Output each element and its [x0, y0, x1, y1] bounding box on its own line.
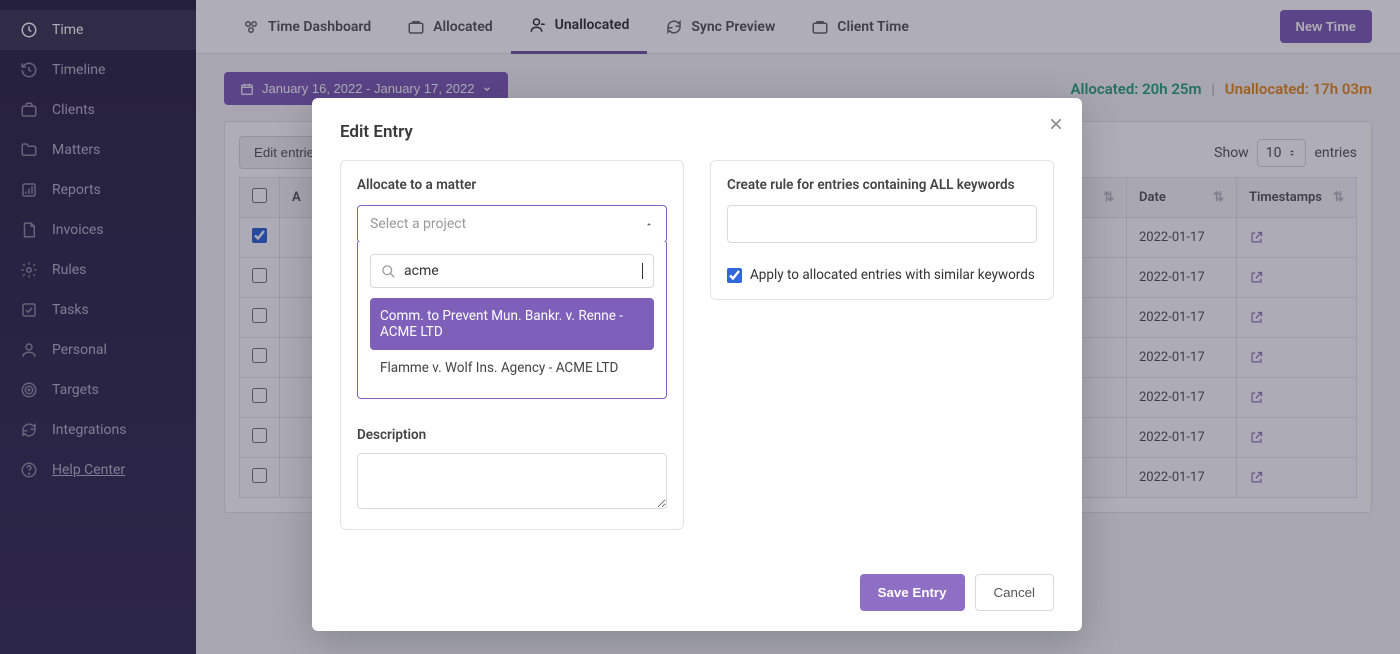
search-value: acme	[404, 263, 634, 279]
cancel-button[interactable]: Cancel	[975, 574, 1055, 611]
matter-dropdown: acme Comm. to Prevent Mun. Bankr. v. Ren…	[357, 242, 667, 399]
description-textarea[interactable]	[357, 453, 667, 509]
save-entry-button[interactable]: Save Entry	[860, 574, 965, 611]
apply-checkbox[interactable]	[727, 268, 742, 283]
text-caret	[642, 263, 643, 279]
rule-keywords-input[interactable]	[727, 205, 1037, 243]
matter-option[interactable]: Comm. to Prevent Mun. Bankr. v. Renne - …	[370, 298, 654, 350]
caret-up-icon	[644, 219, 654, 229]
apply-label: Apply to allocated entries with similar …	[750, 267, 1035, 283]
allocate-label: Allocate to a matter	[357, 177, 667, 193]
select-placeholder: Select a project	[370, 216, 466, 232]
edit-entry-modal: Edit Entry Allocate to a matter Select a…	[312, 98, 1082, 631]
matter-search-input[interactable]: acme	[370, 254, 654, 288]
description-label: Description	[357, 427, 667, 443]
rule-label: Create rule for entries containing ALL k…	[727, 177, 1037, 193]
search-icon	[381, 264, 396, 279]
close-icon[interactable]	[1048, 116, 1064, 132]
rule-card: Create rule for entries containing ALL k…	[710, 160, 1054, 300]
matter-option[interactable]: Flamme v. Wolf Ins. Agency - ACME LTD	[370, 350, 654, 386]
modal-title: Edit Entry	[340, 122, 1054, 142]
allocate-card: Allocate to a matter Select a project ac…	[340, 160, 684, 530]
matter-select[interactable]: Select a project	[357, 205, 667, 243]
